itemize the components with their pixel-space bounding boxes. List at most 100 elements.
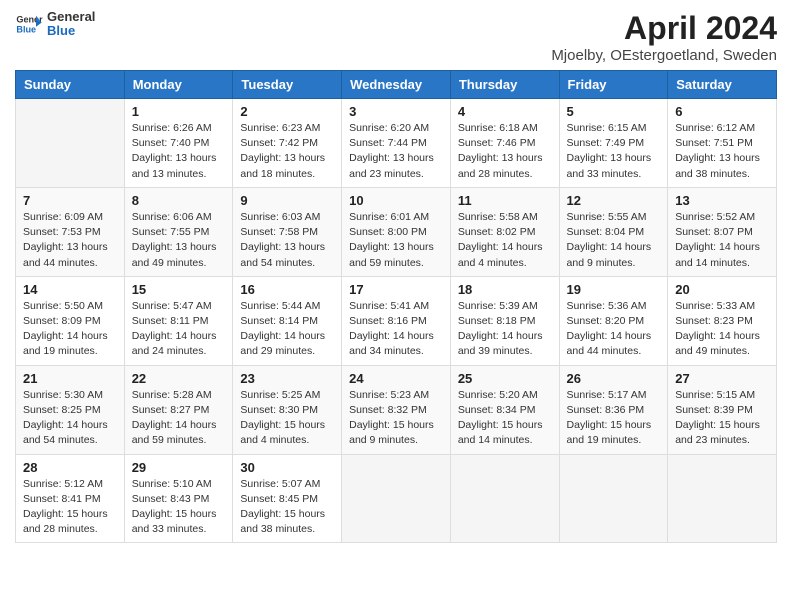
day-number: 14 [23, 282, 117, 297]
day-number: 21 [23, 371, 117, 386]
calendar-header-saturday: Saturday [668, 71, 777, 99]
logo-text: General Blue [47, 10, 95, 39]
day-info: Sunrise: 6:20 AMSunset: 7:44 PMDaylight:… [349, 121, 443, 182]
day-info: Sunrise: 6:03 AMSunset: 7:58 PMDaylight:… [240, 210, 334, 271]
day-info: Sunrise: 6:15 AMSunset: 7:49 PMDaylight:… [567, 121, 661, 182]
logo-blue: Blue [47, 24, 95, 38]
day-info: Sunrise: 5:30 AMSunset: 8:25 PMDaylight:… [23, 388, 117, 449]
calendar-cell: 21 Sunrise: 5:30 AMSunset: 8:25 PMDayligh… [16, 365, 125, 454]
day-number: 11 [458, 193, 552, 208]
day-info: Sunrise: 6:06 AMSunset: 7:55 PMDaylight:… [132, 210, 226, 271]
day-info: Sunrise: 5:41 AMSunset: 8:16 PMDaylight:… [349, 299, 443, 360]
logo-general: General [47, 10, 95, 24]
day-info: Sunrise: 5:33 AMSunset: 8:23 PMDaylight:… [675, 299, 769, 360]
calendar-cell: 29Sunrise: 5:10 AMSunset: 8:43 PMDayligh… [124, 454, 233, 543]
day-number: 2 [240, 104, 334, 119]
calendar-cell: 6 Sunrise: 6:12 AMSunset: 7:51 PMDaylight… [668, 99, 777, 188]
day-info: Sunrise: 6:18 AMSunset: 7:46 PMDaylight:… [458, 121, 552, 182]
calendar-cell: 14 Sunrise: 5:50 AMSunset: 8:09 PMDayligh… [16, 276, 125, 365]
calendar-cell: 28 Sunrise: 5:12 AMSunset: 8:41 PMDayligh… [16, 454, 125, 543]
day-number: 22 [132, 371, 226, 386]
calendar-header-thursday: Thursday [450, 71, 559, 99]
calendar-cell: 3Sunrise: 6:20 AMSunset: 7:44 PMDaylight… [342, 99, 451, 188]
calendar-cell: 8 Sunrise: 6:06 AMSunset: 7:55 PMDaylight… [124, 187, 233, 276]
day-number: 7 [23, 193, 117, 208]
day-number: 16 [240, 282, 334, 297]
day-number: 26 [567, 371, 661, 386]
day-info: Sunrise: 6:26 AMSunset: 7:40 PMDaylight:… [132, 121, 226, 182]
day-info: Sunrise: 5:52 AMSunset: 8:07 PMDaylight:… [675, 210, 769, 271]
day-info: Sunrise: 5:23 AMSunset: 8:32 PMDaylight:… [349, 388, 443, 449]
day-number: 12 [567, 193, 661, 208]
day-number: 17 [349, 282, 443, 297]
calendar-cell: 27 Sunrise: 5:15 AMSunset: 8:39 PMDayligh… [668, 365, 777, 454]
day-number: 4 [458, 104, 552, 119]
calendar-week-row: 7 Sunrise: 6:09 AMSunset: 7:53 PMDaylight… [16, 187, 777, 276]
location-title: Mjoelby, OEstergoetland, Sweden [551, 47, 777, 64]
calendar-cell: 15 Sunrise: 5:47 AMSunset: 8:11 PMDayligh… [124, 276, 233, 365]
day-info: Sunrise: 5:39 AMSunset: 8:18 PMDaylight:… [458, 299, 552, 360]
calendar-cell: 25 Sunrise: 5:20 AMSunset: 8:34 PMDayligh… [450, 365, 559, 454]
calendar-header-tuesday: Tuesday [233, 71, 342, 99]
day-info: Sunrise: 6:09 AMSunset: 7:53 PMDaylight:… [23, 210, 117, 271]
day-number: 27 [675, 371, 769, 386]
day-info: Sunrise: 5:50 AMSunset: 8:09 PMDaylight:… [23, 299, 117, 360]
day-info: Sunrise: 5:47 AMSunset: 8:11 PMDaylight:… [132, 299, 226, 360]
day-info: Sunrise: 6:23 AMSunset: 7:42 PMDaylight:… [240, 121, 334, 182]
calendar-cell: 24Sunrise: 5:23 AMSunset: 8:32 PMDayligh… [342, 365, 451, 454]
day-info: Sunrise: 5:20 AMSunset: 8:34 PMDaylight:… [458, 388, 552, 449]
day-number: 28 [23, 460, 117, 475]
calendar-cell: 1 Sunrise: 6:26 AMSunset: 7:40 PMDaylight… [124, 99, 233, 188]
calendar-week-row: 28 Sunrise: 5:12 AMSunset: 8:41 PMDayligh… [16, 454, 777, 543]
calendar-cell: 2 Sunrise: 6:23 AMSunset: 7:42 PMDaylight… [233, 99, 342, 188]
day-number: 6 [675, 104, 769, 119]
calendar-week-row: 14 Sunrise: 5:50 AMSunset: 8:09 PMDayligh… [16, 276, 777, 365]
day-info: Sunrise: 5:36 AMSunset: 8:20 PMDaylight:… [567, 299, 661, 360]
month-title: April 2024 [551, 10, 777, 47]
day-number: 10 [349, 193, 443, 208]
day-info: Sunrise: 5:28 AMSunset: 8:27 PMDaylight:… [132, 388, 226, 449]
day-info: Sunrise: 5:44 AMSunset: 8:14 PMDaylight:… [240, 299, 334, 360]
calendar-cell [668, 454, 777, 543]
calendar-cell: 16 Sunrise: 5:44 AMSunset: 8:14 PMDayligh… [233, 276, 342, 365]
calendar-cell: 7 Sunrise: 6:09 AMSunset: 7:53 PMDaylight… [16, 187, 125, 276]
day-number: 23 [240, 371, 334, 386]
day-number: 25 [458, 371, 552, 386]
calendar-cell: 26 Sunrise: 5:17 AMSunset: 8:36 PMDayligh… [559, 365, 668, 454]
calendar-cell: 20 Sunrise: 5:33 AMSunset: 8:23 PMDayligh… [668, 276, 777, 365]
day-info: Sunrise: 5:58 AMSunset: 8:02 PMDaylight:… [458, 210, 552, 271]
logo: General Blue General Blue [15, 10, 95, 39]
day-info: Sunrise: 5:10 AMSunset: 8:43 PMDaylight:… [132, 477, 226, 538]
calendar-header-sunday: Sunday [16, 71, 125, 99]
day-number: 5 [567, 104, 661, 119]
calendar-cell: 19 Sunrise: 5:36 AMSunset: 8:20 PMDayligh… [559, 276, 668, 365]
calendar-cell: 4 Sunrise: 6:18 AMSunset: 7:46 PMDaylight… [450, 99, 559, 188]
calendar-cell [450, 454, 559, 543]
day-number: 19 [567, 282, 661, 297]
day-number: 20 [675, 282, 769, 297]
calendar-cell: 12 Sunrise: 5:55 AMSunset: 8:04 PMDayligh… [559, 187, 668, 276]
day-number: 18 [458, 282, 552, 297]
calendar-cell: 5 Sunrise: 6:15 AMSunset: 7:49 PMDaylight… [559, 99, 668, 188]
day-info: Sunrise: 5:17 AMSunset: 8:36 PMDaylight:… [567, 388, 661, 449]
day-info: Sunrise: 5:07 AMSunset: 8:45 PMDaylight:… [240, 477, 334, 538]
calendar-cell: 23 Sunrise: 5:25 AMSunset: 8:30 PMDayligh… [233, 365, 342, 454]
day-info: Sunrise: 6:12 AMSunset: 7:51 PMDaylight:… [675, 121, 769, 182]
day-info: Sunrise: 5:25 AMSunset: 8:30 PMDaylight:… [240, 388, 334, 449]
calendar-header-row: SundayMondayTuesdayWednesdayThursdayFrid… [16, 71, 777, 99]
day-info: Sunrise: 5:55 AMSunset: 8:04 PMDaylight:… [567, 210, 661, 271]
day-number: 15 [132, 282, 226, 297]
calendar-cell: 11 Sunrise: 5:58 AMSunset: 8:02 PMDayligh… [450, 187, 559, 276]
calendar-cell: 9Sunrise: 6:03 AMSunset: 7:58 PMDaylight… [233, 187, 342, 276]
day-info: Sunrise: 5:12 AMSunset: 8:41 PMDaylight:… [23, 477, 117, 538]
calendar-cell [16, 99, 125, 188]
day-info: Sunrise: 5:15 AMSunset: 8:39 PMDaylight:… [675, 388, 769, 449]
calendar-cell: 17 Sunrise: 5:41 AMSunset: 8:16 PMDayligh… [342, 276, 451, 365]
day-number: 13 [675, 193, 769, 208]
calendar-table: SundayMondayTuesdayWednesdayThursdayFrid… [15, 70, 777, 543]
day-number: 1 [132, 104, 226, 119]
calendar-header-monday: Monday [124, 71, 233, 99]
day-number: 8 [132, 193, 226, 208]
calendar-cell: 30Sunrise: 5:07 AMSunset: 8:45 PMDayligh… [233, 454, 342, 543]
calendar-cell: 22 Sunrise: 5:28 AMSunset: 8:27 PMDayligh… [124, 365, 233, 454]
